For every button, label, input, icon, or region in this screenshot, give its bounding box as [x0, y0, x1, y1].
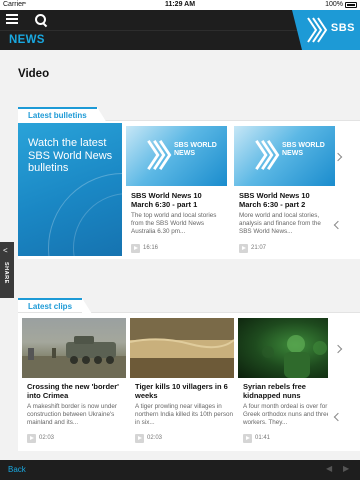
sbs-logo-mark-icon	[255, 140, 280, 170]
armored-vehicle-image	[22, 336, 126, 378]
syria-thumbnail	[238, 318, 328, 378]
clip-card[interactable]: Syrian rebels free kidnapped nuns A four…	[238, 318, 328, 448]
sbs-logo[interactable]: SBS	[292, 10, 360, 50]
thumbnail-caption: SBS WORLD NEWS	[174, 142, 217, 157]
card-title: Syrian rebels free kidnapped nuns	[243, 382, 306, 400]
bulletins-promo-banner[interactable]: Watch the latest SBS World News bulletin…	[18, 123, 122, 256]
section-title[interactable]: NEWS	[9, 34, 45, 46]
clips-prev-chevron-icon[interactable]	[331, 411, 343, 423]
bulletin-card[interactable]: SBS WORLD NEWS SBS World News 10 March 6…	[126, 126, 227, 256]
status-bar: Carrier ≈ 11:29 AM 100%	[0, 0, 360, 10]
search-icon[interactable]	[34, 13, 48, 27]
card-title: SBS World News 10 March 6:30 - part 1	[131, 191, 202, 209]
menu-icon[interactable]	[6, 14, 20, 26]
card-duration: 01:41	[255, 435, 271, 441]
grassland-image	[130, 318, 234, 378]
clips-tab[interactable]: Latest clips	[18, 298, 93, 314]
card-description: A four month ordeal is over for 13 Greek…	[243, 403, 328, 426]
sbs-logo-mark-icon	[147, 140, 172, 170]
card-description: A tiger prowling near villages in northe…	[135, 403, 233, 426]
world-news-thumbnail: SBS WORLD NEWS	[234, 126, 335, 186]
battery-percent: 100%	[325, 1, 343, 8]
tiger-thumbnail	[130, 318, 234, 378]
card-title: Crossing the new 'border' into Crimea	[27, 382, 119, 400]
card-description: A makeshift border is now under construc…	[27, 403, 117, 426]
sbs-logo-mark-icon	[307, 17, 328, 43]
card-duration: 02:03	[147, 435, 163, 441]
play-icon[interactable]	[27, 434, 36, 443]
card-title: Tiger kills 10 villagers in 6 weeks	[135, 382, 228, 400]
back-button[interactable]: Back	[8, 465, 26, 474]
clips-next-chevron-icon[interactable]	[333, 343, 345, 355]
promo-text: Watch the latest SBS World News bulletin…	[28, 137, 113, 174]
thumbnail-caption: SBS WORLD NEWS	[282, 142, 325, 157]
card-duration: 21:07	[251, 245, 267, 251]
card-duration: 16:16	[143, 245, 159, 251]
share-label: SHARE	[3, 262, 9, 284]
play-icon[interactable]	[135, 434, 144, 443]
night-vision-image	[262, 335, 327, 378]
play-icon[interactable]	[239, 244, 248, 253]
bulletins-next-chevron-icon[interactable]	[333, 151, 345, 163]
status-time: 11:29 AM	[164, 1, 196, 8]
card-duration: 02:03	[39, 435, 55, 441]
bulletins-prev-chevron-icon[interactable]	[331, 219, 343, 231]
card-description: The top world and local stories from the…	[131, 212, 217, 235]
card-description: More world and local stories, analysis a…	[239, 212, 321, 235]
bulletins-tab[interactable]: Latest bulletins	[18, 107, 107, 123]
bottom-toolbar: Back ◀ ▶	[0, 460, 360, 480]
crimea-thumbnail	[22, 318, 126, 378]
share-icon: <	[3, 246, 8, 255]
card-title: SBS World News 10 March 6:30 - part 2	[239, 191, 310, 209]
share-tab[interactable]: < SHARE	[0, 242, 14, 298]
play-icon[interactable]	[243, 434, 252, 443]
clip-card[interactable]: Crossing the new 'border' into Crimea A …	[22, 318, 126, 448]
battery-icon	[345, 2, 357, 8]
world-news-thumbnail: SBS WORLD NEWS	[126, 126, 227, 186]
previous-arrow-icon[interactable]: ◀	[326, 464, 332, 473]
play-icon[interactable]	[131, 244, 140, 253]
logo-text: SBS	[330, 22, 355, 34]
bulletin-card[interactable]: SBS WORLD NEWS SBS World News 10 March 6…	[234, 126, 335, 256]
clip-card[interactable]: Tiger kills 10 villagers in 6 weeks A ti…	[130, 318, 234, 448]
next-arrow-icon[interactable]: ▶	[343, 464, 349, 473]
page-title: Video	[18, 68, 50, 80]
